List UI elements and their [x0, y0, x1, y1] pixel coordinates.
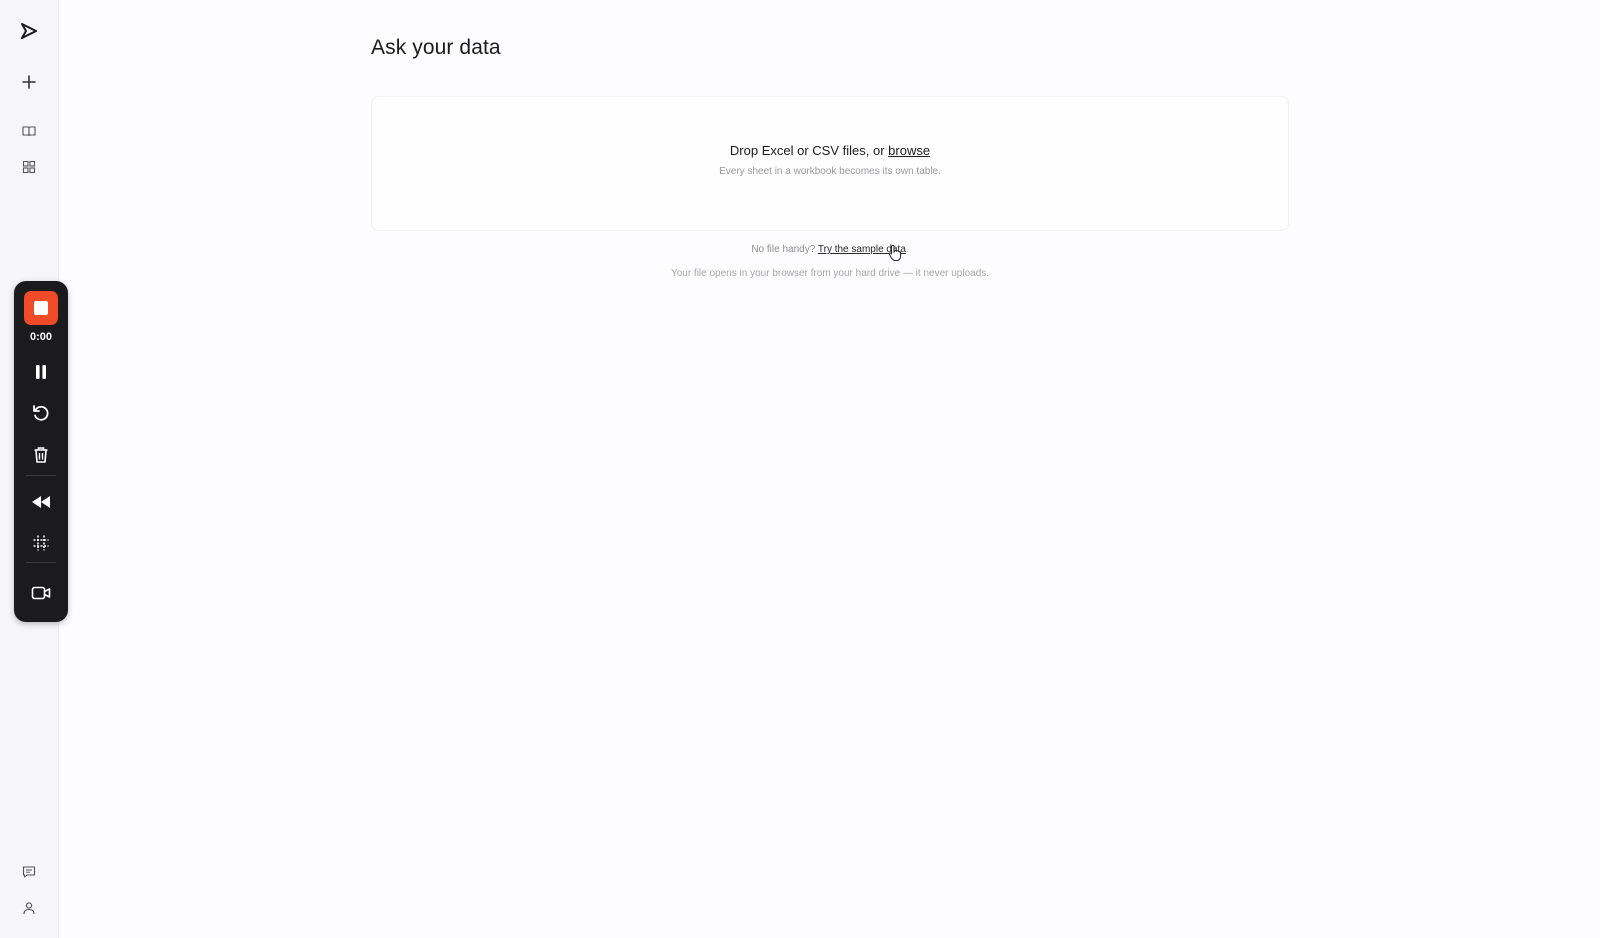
grid-dots-icon[interactable]: [27, 529, 55, 557]
user-icon[interactable]: [14, 893, 44, 923]
camera-icon[interactable]: [27, 579, 55, 607]
hand-pointer-cursor-icon: [888, 244, 902, 267]
restart-icon[interactable]: [27, 399, 55, 427]
dropzone-prompt: Drop Excel or CSV files, or browse: [372, 143, 1288, 158]
plus-icon[interactable]: [14, 67, 44, 97]
sample-data-line: No file handy? Try the sample data.: [371, 244, 1289, 255]
dropzone-prompt-text: Drop Excel or CSV files, or: [729, 143, 885, 158]
privacy-note: Your file opens in your browser from you…: [670, 268, 990, 279]
trash-icon[interactable]: [27, 441, 55, 469]
toolbar-divider: [26, 562, 56, 563]
rewind-icon[interactable]: [27, 488, 55, 516]
sample-suffix: .: [905, 244, 909, 255]
grid-icon[interactable]: [14, 152, 44, 182]
app-root: 0:00 Ask your data Drop Excel or CSV fil…: [0, 0, 1600, 938]
recording-timer: 0:00: [29, 331, 53, 343]
recording-toolbar: 0:00: [14, 281, 68, 622]
stop-icon: [34, 301, 48, 315]
toolbar-divider: [26, 475, 56, 476]
file-dropzone[interactable]: Drop Excel or CSV files, or browse Every…: [371, 96, 1289, 231]
message-icon[interactable]: [14, 857, 44, 887]
send-arrow-icon[interactable]: [14, 16, 44, 46]
pause-icon[interactable]: [27, 358, 55, 386]
book-open-icon[interactable]: [14, 116, 44, 146]
dropzone-hint: Every sheet in a workbook becomes its ow…: [719, 166, 941, 177]
sample-prefix: No file handy?: [751, 244, 816, 255]
page-title: Ask your data: [371, 36, 501, 59]
browse-link[interactable]: browse: [888, 143, 930, 158]
stop-recording-button[interactable]: [24, 291, 58, 325]
